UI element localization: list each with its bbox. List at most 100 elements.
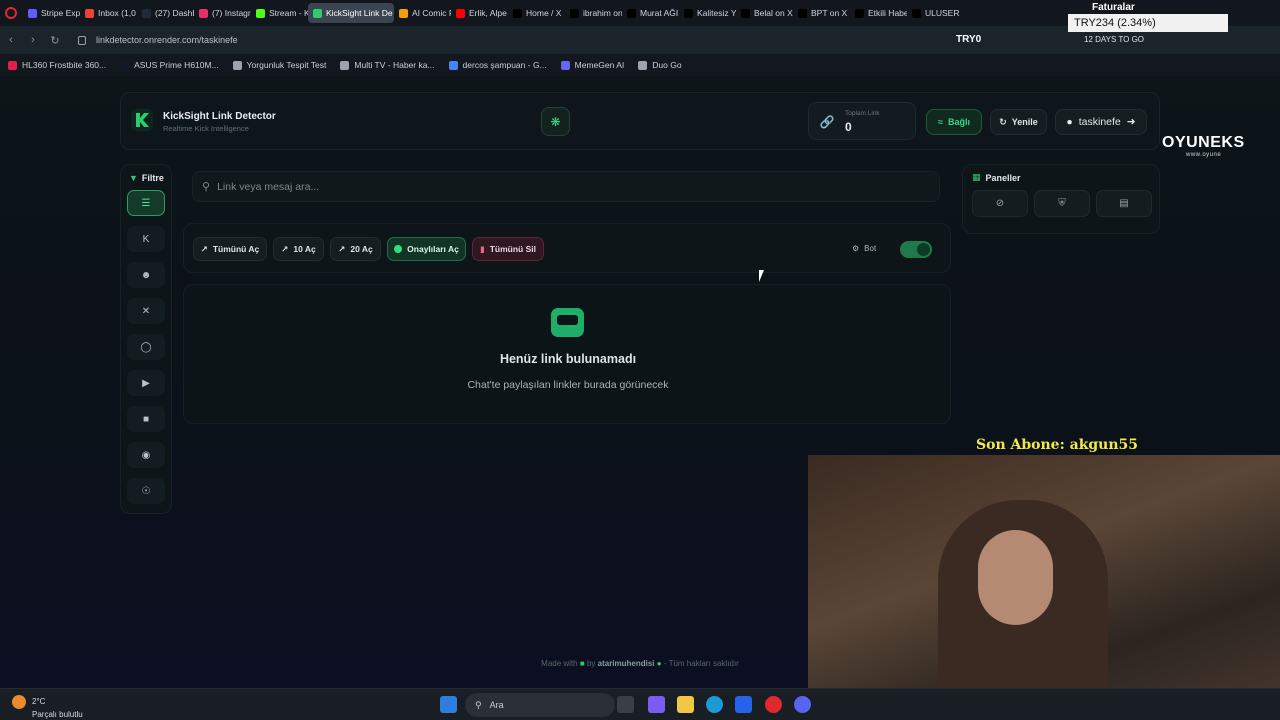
last-subscriber: Son Abone: akgun55 <box>976 437 1139 453</box>
browser-tab[interactable]: ULUSER <box>907 3 964 23</box>
open-all-label: Tümünü Aç <box>212 244 260 254</box>
edge-icon[interactable] <box>706 696 723 713</box>
delete-all-button[interactable]: ▮ Tümünü Sil <box>472 237 544 261</box>
browser-tab[interactable]: Stream - K <box>251 3 308 23</box>
logout-icon[interactable]: ➜ <box>1127 116 1136 128</box>
bot-icon: ⚙ <box>852 244 860 253</box>
bookmark-item[interactable]: Yorgunluk Tespit Test <box>232 60 327 70</box>
reload-icon[interactable]: ↻ <box>44 34 66 47</box>
store-icon[interactable] <box>735 696 752 713</box>
action-bar: ↗ Tümünü Aç ↗ 10 Aç ↗ 20 Aç Onaylıları A… <box>183 223 951 273</box>
bookmark-label: Multi TV - Haber ka... <box>354 60 435 70</box>
tab-label: Kalitesiz Y <box>697 8 736 18</box>
connected-button[interactable]: ≈ Bağlı <box>926 109 982 135</box>
filter-camera-icon[interactable]: ◉ <box>127 442 165 468</box>
browser-tab[interactable]: Etkili Habe <box>850 3 907 23</box>
discord-icon[interactable] <box>794 696 811 713</box>
filter-globe-icon[interactable]: ☉ <box>127 478 165 504</box>
filter-instagram-icon[interactable]: ◯ <box>127 334 165 360</box>
webcam-overlay <box>808 455 1280 720</box>
filter-youtube-icon[interactable]: ▶ <box>127 370 165 396</box>
tab-favicon-icon <box>798 8 807 18</box>
refresh-button[interactable]: ↻ Yenile <box>990 109 1047 135</box>
windows-start-icon[interactable] <box>440 696 457 713</box>
lock-icon <box>78 35 86 45</box>
task-view-icon[interactable] <box>617 696 634 713</box>
filter-x-icon[interactable]: ✕ <box>127 298 165 324</box>
center-action-button[interactable]: ❋ <box>541 107 570 136</box>
block-panel-button[interactable]: ⊘ <box>972 190 1028 217</box>
taskbar-search[interactable]: ⚲ Ara <box>465 693 615 717</box>
archive-panel-button[interactable]: ▤ <box>1096 190 1152 217</box>
browser-tab[interactable]: Belal on X <box>736 3 793 23</box>
browser-tab[interactable]: Stripe Exp <box>23 3 80 23</box>
tab-favicon-icon <box>684 8 693 18</box>
bot-label-group: ⚙ Bot <box>852 244 876 253</box>
mouse-cursor-icon <box>759 270 769 282</box>
filter-kick-icon[interactable]: K <box>127 226 165 252</box>
bookmark-item[interactable]: Duo Go <box>638 60 682 70</box>
open-20-button[interactable]: ↗ 20 Aç <box>330 237 381 261</box>
tab-favicon-icon <box>513 8 522 18</box>
user-button[interactable]: ● taskinefe ➜ <box>1055 109 1147 135</box>
opera-taskbar-icon[interactable] <box>765 696 782 713</box>
open-approved-button[interactable]: Onaylıları Aç <box>387 237 466 261</box>
browser-tab[interactable]: AI Comic F <box>394 3 451 23</box>
browser-tab[interactable]: Erlik, Alpe <box>451 3 508 23</box>
bot-toggle[interactable] <box>900 241 932 258</box>
bookmark-item[interactable]: dercos şampuan - G... <box>448 60 547 70</box>
footer-author[interactable]: atarimuhendisi <box>598 659 655 668</box>
search-input[interactable] <box>217 180 898 193</box>
panel-icon: ▦ <box>972 172 981 182</box>
browser-tab[interactable]: (7) Instagr <box>194 3 251 23</box>
brand-subtitle: Realtime Kick Intelligence <box>163 124 249 133</box>
bookmark-item[interactable]: Multi TV - Haber ka... <box>340 60 435 70</box>
delete-all-label: Tümünü Sil <box>489 244 536 254</box>
external-link-icon: ↗ <box>200 243 208 254</box>
filter-video-icon[interactable]: ■ <box>127 406 165 432</box>
total-links-card: 🔗 Toplam Link 0 <box>808 102 916 140</box>
browser-tab[interactable]: ibrahim on <box>565 3 622 23</box>
file-explorer-icon[interactable] <box>677 696 694 713</box>
refresh-icon: ↻ <box>999 116 1007 127</box>
bookmark-item[interactable]: MemeGen AI <box>560 60 624 70</box>
browser-tab[interactable]: Kalitesiz Y <box>679 3 736 23</box>
link-icon: 🔗 <box>819 115 835 129</box>
filter-user-icon[interactable]: ☻ <box>127 262 165 288</box>
copilot-icon[interactable] <box>648 696 665 713</box>
ban-icon: ⊘ <box>995 198 1005 209</box>
shield-panel-button[interactable]: ⛨ <box>1034 190 1090 217</box>
browser-tab[interactable]: KickSight Link De <box>308 3 394 23</box>
bookmark-label: Yorgunluk Tespit Test <box>246 60 327 70</box>
open-10-button[interactable]: ↗ 10 Aç <box>273 237 324 261</box>
browser-tab[interactable]: Inbox (1,0 <box>80 3 137 23</box>
browser-tab[interactable]: Home / X <box>508 3 565 23</box>
browser-tab[interactable]: BPT on X <box>793 3 850 23</box>
tab-favicon-icon <box>399 8 408 18</box>
bookmark-label: dercos şampuan - G... <box>462 60 547 70</box>
bookmark-label: HL360 Frostbite 360... <box>22 60 107 70</box>
browser-tab[interactable]: Murat AĞI <box>622 3 679 23</box>
footer-logo-icon: ■ <box>579 659 585 668</box>
footer-by: by <box>586 659 596 668</box>
url-text[interactable]: linkdetector.onrender.com/taskinefe <box>96 35 238 45</box>
filter-all-list-icon[interactable]: ☰ <box>127 190 165 216</box>
check-circle-icon <box>394 245 403 253</box>
bookmark-item[interactable]: ASUS Prime H610M... <box>120 60 219 70</box>
bookmark-item[interactable]: HL360 Frostbite 360... <box>8 60 106 70</box>
bookmark-icon <box>232 60 242 70</box>
user-icon: ● <box>1066 116 1073 128</box>
open-all-button[interactable]: ↗ Tümünü Aç <box>193 237 267 261</box>
empty-state: Henüz link bulunamadı Chat'te paylaşılan… <box>183 284 951 424</box>
back-icon[interactable]: ‹ <box>0 34 22 46</box>
oyuneks-url: www.oyune <box>1186 152 1222 158</box>
browser-tab[interactable]: (27) Dashb <box>137 3 194 23</box>
username: taskinefe <box>1078 116 1121 128</box>
opera-logo-icon[interactable] <box>5 7 17 19</box>
weather-widget[interactable]: 2°C Parçalı bulutlu <box>12 695 83 720</box>
forward-icon[interactable]: › <box>22 34 44 46</box>
tab-favicon-icon <box>85 8 94 18</box>
weather-temp: 2°C <box>32 697 46 707</box>
taskbar-search-label: Ara <box>489 700 504 710</box>
panels-header: ▦ Paneller <box>972 172 1021 183</box>
